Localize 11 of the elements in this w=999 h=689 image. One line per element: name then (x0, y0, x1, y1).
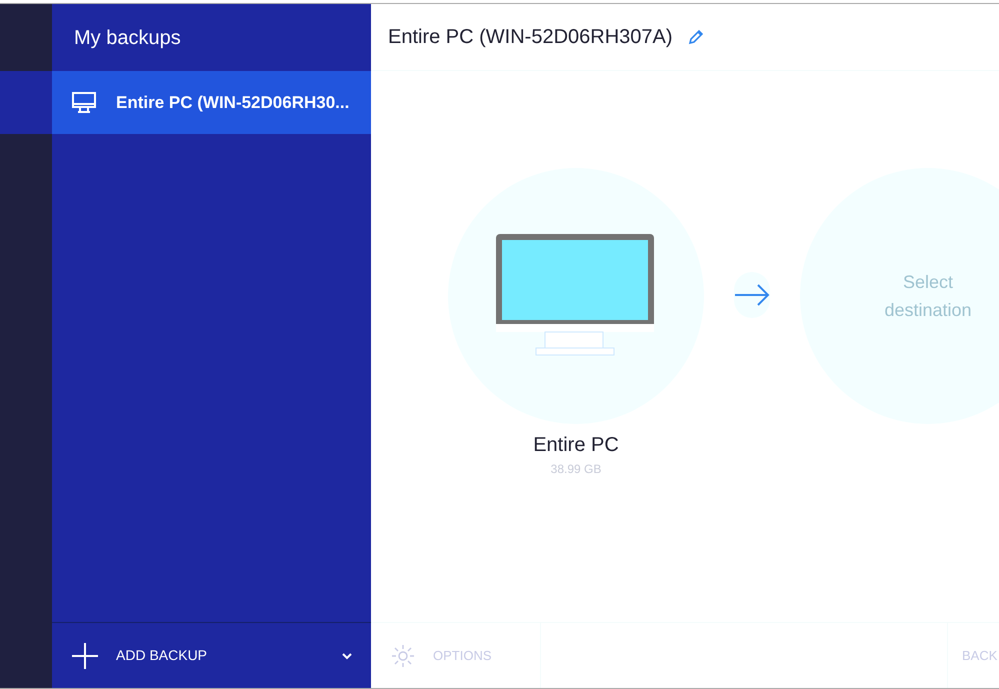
sidebar-title: My backups (74, 26, 181, 50)
pencil-icon[interactable] (686, 28, 705, 46)
arrow-right-icon (734, 283, 770, 307)
add-backup-button[interactable]: ADD BACKUP (72, 642, 341, 668)
monitor-icon (72, 92, 96, 114)
chevron-down-icon[interactable] (341, 652, 353, 660)
backup-title: Entire PC (WIN-52D06RH307A) (388, 25, 673, 50)
gear-icon (391, 644, 415, 668)
source-label: Entire PC (533, 433, 619, 458)
backup-item[interactable]: Entire PC (WIN-52D06RH30... (52, 71, 371, 134)
plus-icon (72, 642, 98, 668)
